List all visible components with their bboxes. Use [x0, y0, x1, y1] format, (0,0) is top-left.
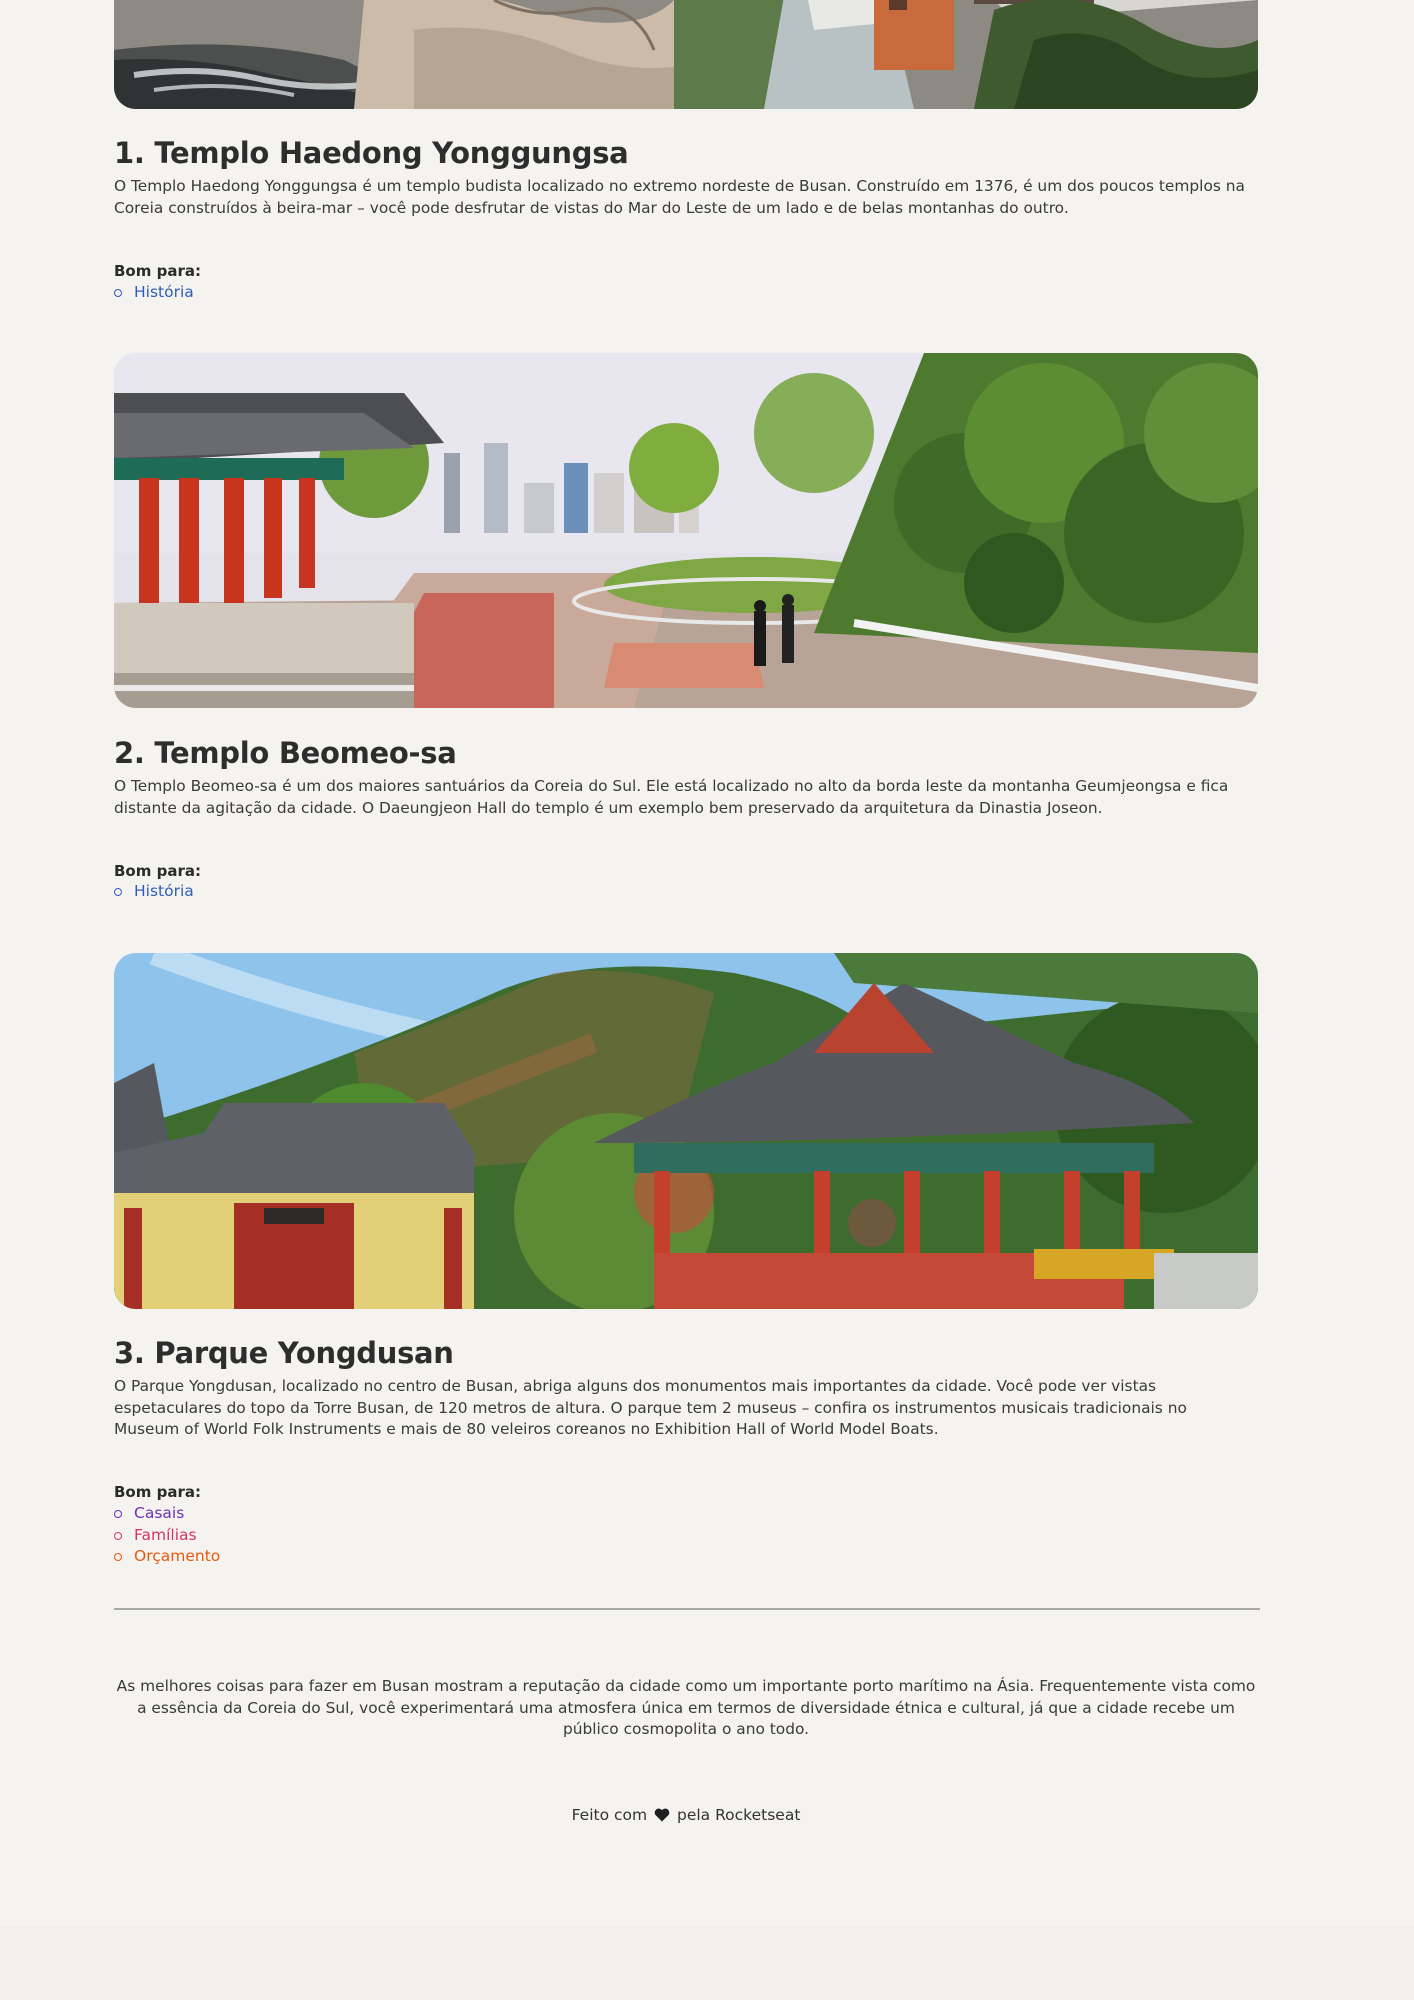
good-for-list: Casais Famílias Orçamento	[114, 1503, 220, 1568]
tag-label: Casais	[134, 1504, 185, 1522]
tag-orcamento: Orçamento	[114, 1546, 220, 1568]
footer-prefix: Feito com	[571, 1806, 648, 1824]
tag-casais: Casais	[114, 1503, 220, 1525]
footer-suffix: pela Rocketseat	[676, 1806, 801, 1824]
footer: Feito com pela Rocketseat	[114, 1806, 1258, 1824]
attraction-description: O Parque Yongdusan, localizado no centro…	[114, 1377, 1187, 1438]
good-for-list: História	[114, 881, 194, 903]
tag-label: História	[134, 283, 194, 301]
tag-historia: História	[114, 282, 194, 304]
good-for-label: Bom para:	[114, 1483, 201, 1501]
bullet-icon	[114, 289, 122, 297]
good-for-list: História	[114, 282, 194, 304]
tag-label: Orçamento	[134, 1547, 221, 1565]
tag-label: História	[134, 882, 194, 900]
bullet-icon	[114, 1510, 122, 1518]
attraction-description: O Templo Haedong Yonggungsa é um templo …	[114, 177, 1245, 217]
section-divider	[114, 1608, 1260, 1610]
attraction-title: 2. Templo Beomeo-sa	[114, 736, 457, 770]
bullet-icon	[114, 888, 122, 896]
bullet-icon	[114, 1531, 122, 1540]
park-yongdusan-image	[114, 953, 1258, 1309]
heart-icon	[654, 1808, 670, 1822]
bullet-icon	[114, 1553, 122, 1561]
attraction-title: 1. Templo Haedong Yonggungsa	[114, 136, 629, 170]
temple-haedong-image	[114, 0, 1258, 109]
closing-paragraph: As melhores coisas para fazer em Busan m…	[116, 1677, 1256, 1738]
tag-label: Famílias	[134, 1525, 197, 1544]
good-for-label: Bom para:	[114, 862, 201, 880]
temple-beomeo-image	[114, 353, 1258, 708]
good-for-label: Bom para:	[114, 262, 201, 280]
attraction-description: O Templo Beomeo-sa é um dos maiores sant…	[114, 777, 1229, 817]
tag-familias: Famílias	[114, 1525, 220, 1547]
page-bottom-band	[0, 1926, 1414, 2000]
attraction-title: 3. Parque Yongdusan	[114, 1336, 454, 1370]
tag-historia: História	[114, 881, 194, 903]
